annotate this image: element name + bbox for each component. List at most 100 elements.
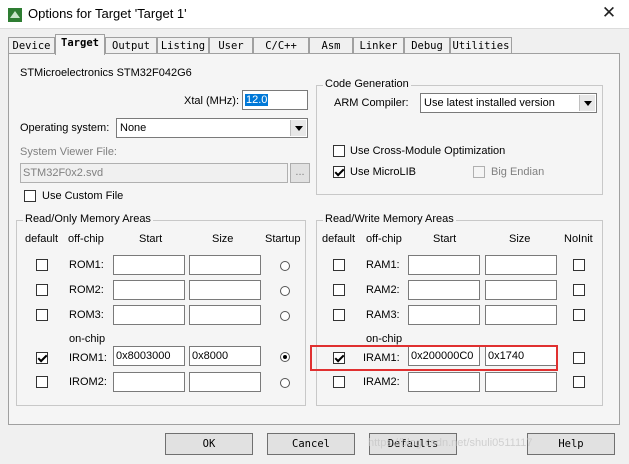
ro-header-size: Size xyxy=(212,233,234,245)
rom1-default-checkbox[interactable] xyxy=(36,259,48,271)
ram1-noinit-checkbox[interactable] xyxy=(573,259,585,271)
irom1-start-input[interactable]: 0x8003000 xyxy=(113,346,185,366)
readwrite-memory-title: Read/Write Memory Areas xyxy=(323,213,456,225)
ram3-start-input[interactable] xyxy=(408,305,480,325)
irom1-startup-radio[interactable] xyxy=(280,352,290,362)
ram1-size-input[interactable] xyxy=(485,255,557,275)
svd-label: System Viewer File: xyxy=(20,146,117,158)
irom1-size-input[interactable]: 0x8000 xyxy=(189,346,261,366)
rw-onchip-label: on-chip xyxy=(366,333,403,345)
rom1-label: ROM1: xyxy=(69,259,104,271)
ram3-label: RAM3: xyxy=(366,309,400,321)
tab-user[interactable]: User xyxy=(209,37,253,53)
tab-utilities[interactable]: Utilities xyxy=(450,37,512,53)
tab-strip: Device Target Output Listing User C/C++ … xyxy=(8,34,620,55)
tab-device[interactable]: Device xyxy=(8,37,55,53)
compiler-select-value: Use latest installed version xyxy=(424,97,555,109)
rom2-label: ROM2: xyxy=(69,284,104,296)
irom2-start-input[interactable] xyxy=(113,372,185,392)
tab-debug[interactable]: Debug xyxy=(404,37,450,53)
keil-app-icon xyxy=(8,8,22,22)
svd-browse-button[interactable]: ... xyxy=(290,163,310,183)
iram1-highlight-box xyxy=(310,345,558,371)
rom3-startup-radio[interactable] xyxy=(280,311,290,321)
ram1-start-input[interactable] xyxy=(408,255,480,275)
tab-asm[interactable]: Asm xyxy=(309,37,353,53)
tab-linker[interactable]: Linker xyxy=(353,37,404,53)
rom3-size-input[interactable] xyxy=(189,305,261,325)
microlib-checkbox[interactable] xyxy=(333,166,345,178)
irom2-label: IROM2: xyxy=(69,376,107,388)
os-select-value: None xyxy=(120,122,147,134)
ram2-noinit-checkbox[interactable] xyxy=(573,284,585,296)
help-button[interactable]: Help xyxy=(527,433,615,455)
cancel-button[interactable]: Cancel xyxy=(267,433,355,455)
irom1-label: IROM1: xyxy=(69,352,107,364)
ram1-label: RAM1: xyxy=(366,259,400,271)
tab-target[interactable]: Target xyxy=(55,34,105,55)
xtal-label: Xtal (MHz): xyxy=(184,95,239,107)
ram3-size-input[interactable] xyxy=(485,305,557,325)
rom2-default-checkbox[interactable] xyxy=(36,284,48,296)
ro-header-default: default xyxy=(25,233,59,245)
cross-module-label: Use Cross-Module Optimization xyxy=(350,145,506,157)
tab-c-cpp[interactable]: C/C++ xyxy=(253,37,309,53)
big-endian-label: Big Endian xyxy=(491,166,545,178)
big-endian-checkbox[interactable] xyxy=(473,166,485,178)
tab-listing[interactable]: Listing xyxy=(157,37,209,53)
custom-file-label: Use Custom File xyxy=(42,190,124,202)
svd-input[interactable]: STM32F0x2.svd xyxy=(20,163,288,183)
irom2-default-checkbox[interactable] xyxy=(36,376,48,388)
code-generation-title: Code Generation xyxy=(323,78,411,90)
tab-output[interactable]: Output xyxy=(105,37,157,53)
xtal-input[interactable]: 12.0 xyxy=(242,90,308,110)
custom-file-checkbox[interactable] xyxy=(24,190,36,202)
device-name: STMicroelectronics STM32F042G6 xyxy=(20,67,192,79)
rom2-start-input[interactable] xyxy=(113,280,185,300)
microlib-label: Use MicroLIB xyxy=(350,166,417,178)
rom3-start-input[interactable] xyxy=(113,305,185,325)
ram2-default-checkbox[interactable] xyxy=(333,284,345,296)
iram2-default-checkbox[interactable] xyxy=(333,376,345,388)
ram3-noinit-checkbox[interactable] xyxy=(573,309,585,321)
rom1-startup-radio[interactable] xyxy=(280,261,290,271)
ram2-size-input[interactable] xyxy=(485,280,557,300)
ro-header-offchip: off-chip xyxy=(68,233,104,245)
os-select[interactable]: None xyxy=(116,118,308,138)
ram2-label: RAM2: xyxy=(366,284,400,296)
readonly-memory-title: Read/Only Memory Areas xyxy=(23,213,153,225)
ro-onchip-label: on-chip xyxy=(69,333,106,345)
iram2-start-input[interactable] xyxy=(408,372,480,392)
rw-header-default: default xyxy=(322,233,356,245)
rom2-startup-radio[interactable] xyxy=(280,286,290,296)
rom3-label: ROM3: xyxy=(69,309,104,321)
compiler-select[interactable]: Use latest installed version xyxy=(420,93,597,113)
ro-header-startup: Startup xyxy=(265,233,301,245)
rw-header-offchip: off-chip xyxy=(366,233,402,245)
rw-header-start: Start xyxy=(433,233,457,245)
ro-header-start: Start xyxy=(139,233,163,245)
chevron-down-icon[interactable] xyxy=(579,95,595,111)
ram3-default-checkbox[interactable] xyxy=(333,309,345,321)
rom2-size-input[interactable] xyxy=(189,280,261,300)
ram1-default-checkbox[interactable] xyxy=(333,259,345,271)
iram2-noinit-checkbox[interactable] xyxy=(573,376,585,388)
compiler-label: ARM Compiler: xyxy=(334,97,409,109)
ram2-start-input[interactable] xyxy=(408,280,480,300)
irom2-startup-radio[interactable] xyxy=(280,378,290,388)
window-title: Options for Target 'Target 1' xyxy=(28,6,187,21)
cross-module-checkbox[interactable] xyxy=(333,145,345,157)
rw-header-noinit: NoInit xyxy=(564,233,593,245)
chevron-down-icon[interactable] xyxy=(290,120,306,136)
iram2-size-input[interactable] xyxy=(485,372,557,392)
irom2-size-input[interactable] xyxy=(189,372,261,392)
rom1-start-input[interactable] xyxy=(113,255,185,275)
rom1-size-input[interactable] xyxy=(189,255,261,275)
iram2-label: IRAM2: xyxy=(363,376,400,388)
os-label: Operating system: xyxy=(20,122,110,134)
close-icon[interactable]: ✕ xyxy=(596,2,622,24)
irom1-default-checkbox[interactable] xyxy=(36,352,48,364)
ok-button[interactable]: OK xyxy=(165,433,253,455)
rom3-default-checkbox[interactable] xyxy=(36,309,48,321)
iram1-noinit-checkbox[interactable] xyxy=(573,352,585,364)
